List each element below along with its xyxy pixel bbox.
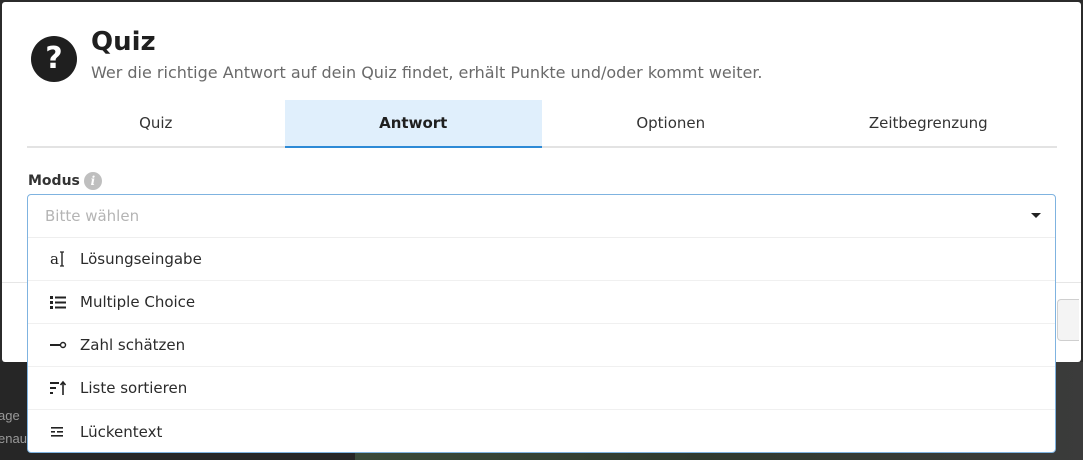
caret-down-icon[interactable]: [1031, 213, 1041, 218]
gap-text-icon: [48, 422, 68, 442]
tab-zeitbegrenzung[interactable]: Zeitbegrenzung: [800, 100, 1058, 146]
select-placeholder: Bitte wählen: [45, 207, 140, 225]
option-label: Lösungseingabe: [80, 250, 202, 268]
tab-antwort[interactable]: Antwort: [284, 100, 542, 148]
sort-list-icon: [48, 378, 68, 398]
background-text: enau: [0, 431, 27, 446]
question-mark-icon: ?: [31, 36, 77, 82]
svg-text:a: a: [50, 250, 59, 268]
info-icon[interactable]: i: [83, 172, 102, 190]
option-liste-sortieren[interactable]: Liste sortieren: [28, 367, 1055, 410]
list-icon: [48, 292, 68, 312]
option-label: Lückentext: [80, 422, 163, 441]
mode-select-dropdown[interactable]: Bitte wählen a Lösungseingabe Multiple C…: [27, 194, 1056, 453]
slider-icon: [48, 335, 68, 355]
mode-select-input[interactable]: Bitte wählen: [28, 195, 1055, 238]
option-multiple-choice[interactable]: Multiple Choice: [28, 281, 1055, 324]
text-input-icon: a: [48, 249, 68, 269]
tab-quiz[interactable]: Quiz: [27, 100, 285, 146]
modal-subtitle: Wer die richtige Antwort auf dein Quiz f…: [91, 63, 763, 82]
option-zahl-schaetzen[interactable]: Zahl schätzen: [28, 324, 1055, 367]
tab-bar: Quiz Antwort Optionen Zeitbegrenzung: [27, 100, 1057, 148]
tab-optionen[interactable]: Optionen: [542, 100, 800, 146]
option-lueckentext[interactable]: Lückentext: [28, 410, 1055, 453]
option-label: Liste sortieren: [80, 379, 188, 397]
option-label: Multiple Choice: [80, 293, 196, 311]
option-label: Zahl schätzen: [80, 336, 186, 354]
mode-field-label: Modus i: [28, 172, 102, 190]
option-loesungseingabe[interactable]: a Lösungseingabe: [28, 238, 1055, 281]
mode-label-text: Modus: [28, 173, 80, 189]
footer-button[interactable]: [1057, 299, 1079, 341]
modal-title: Quiz: [91, 27, 156, 57]
background-text: age: [0, 408, 20, 423]
